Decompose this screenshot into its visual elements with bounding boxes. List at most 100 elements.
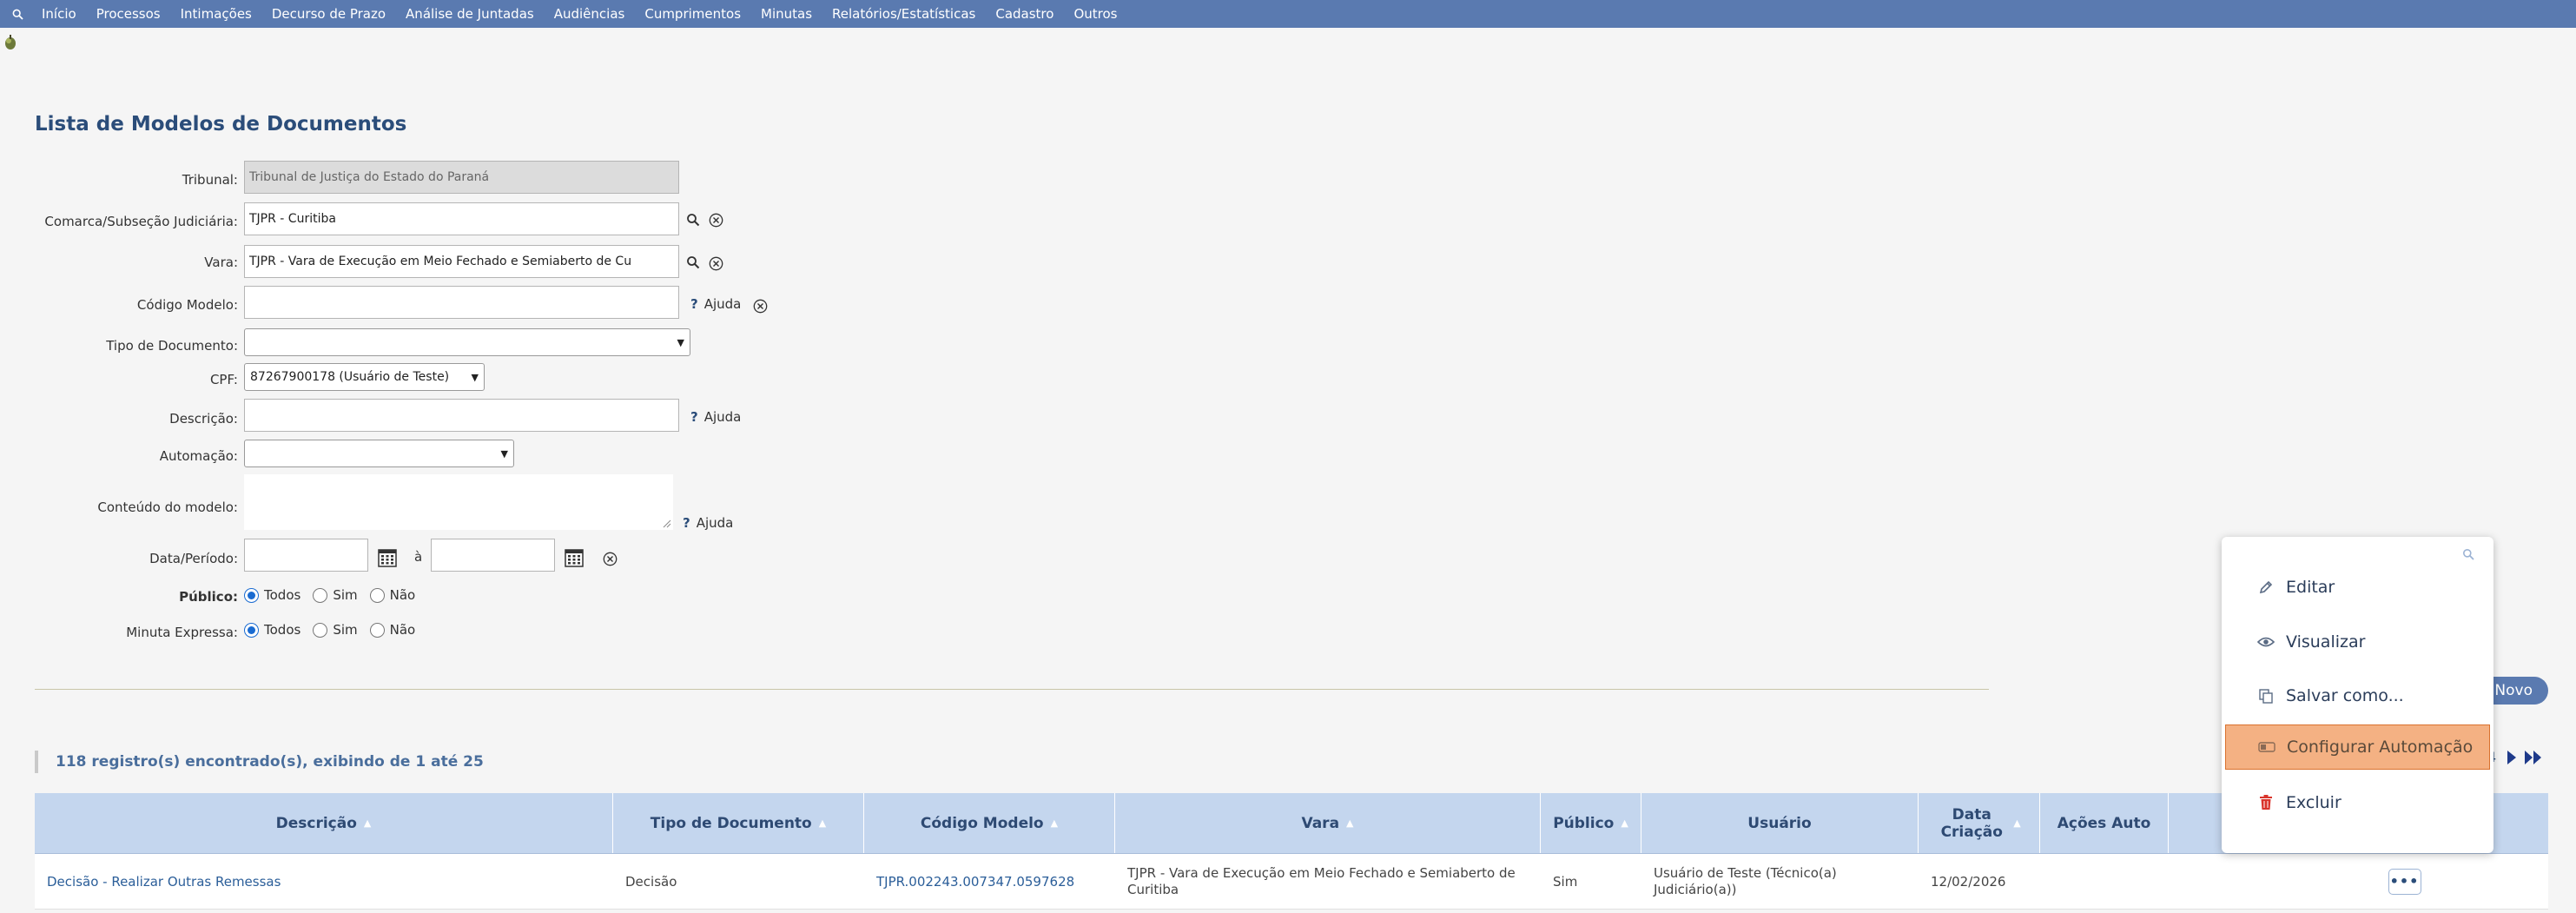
- conteudo-help-label: Ajuda: [696, 515, 734, 531]
- vara-label: Vara:: [204, 255, 238, 270]
- descricao-field[interactable]: [244, 399, 679, 432]
- search-icon[interactable]: [7, 3, 28, 24]
- data-from-field[interactable]: [244, 539, 368, 572]
- nav-intimacoes[interactable]: Intimações: [181, 6, 252, 22]
- nav-analise-juntadas[interactable]: Análise de Juntadas: [406, 6, 534, 22]
- col-vara[interactable]: Vara ▲: [1115, 793, 1541, 853]
- pagination: 4: [2487, 749, 2543, 765]
- descricao-help-link[interactable]: ? Ajuda: [690, 409, 741, 425]
- menu-item-visualizar[interactable]: Visualizar: [2225, 619, 2490, 665]
- sort-asc-icon: ▲: [1621, 817, 1628, 829]
- col-publico[interactable]: Público ▲: [1541, 793, 1641, 853]
- codigo-help-link[interactable]: ? Ajuda: [690, 296, 741, 312]
- codigo-field[interactable]: [244, 286, 679, 319]
- radio-unselected: [369, 622, 385, 638]
- nav-decurso-prazo[interactable]: Decurso de Prazo: [272, 6, 386, 22]
- table-body: Decisão - Realizar Outras Remessas Decis…: [35, 854, 2548, 910]
- minuta-label: Minuta Expressa:: [126, 625, 238, 640]
- vara-field[interactable]: [244, 245, 679, 278]
- nav-audiencias[interactable]: Audiências: [554, 6, 625, 22]
- data-clear-icon[interactable]: [602, 551, 618, 566]
- search-icon[interactable]: [2462, 547, 2474, 564]
- data-separator: à: [414, 549, 423, 565]
- more-actions-button[interactable]: •••: [2388, 868, 2421, 895]
- col-data[interactable]: Data Criação ▲: [1919, 793, 2040, 853]
- col-usuario[interactable]: Usuário: [1641, 793, 1919, 853]
- menu-item-editar[interactable]: Editar: [2225, 565, 2490, 610]
- codigo-label: Código Modelo:: [136, 297, 238, 313]
- nav-minutas[interactable]: Minutas: [761, 6, 812, 22]
- nav-cadastro[interactable]: Cadastro: [995, 6, 1054, 22]
- cell-codigo[interactable]: TJPR.002243.007347.0597628: [864, 854, 1115, 909]
- automacao-label: Automação:: [159, 448, 238, 464]
- comarca-field[interactable]: [244, 202, 679, 235]
- chevron-down-icon: ▼: [500, 447, 508, 460]
- eye-icon: [2256, 632, 2275, 652]
- vara-clear-icon[interactable]: [708, 255, 723, 271]
- col-acoes-auto: Ações Auto: [2040, 793, 2169, 853]
- cpf-select-value: 87267900178 (Usuário de Teste): [250, 370, 450, 384]
- models-table: Descrição ▲ Tipo de Documento ▲ Código Mod…: [35, 793, 2548, 910]
- publico-option-nao[interactable]: Não: [369, 587, 415, 603]
- minuta-option-sim[interactable]: Sim: [313, 622, 358, 638]
- nav-processos[interactable]: Processos: [96, 6, 161, 22]
- comarca-label: Comarca/Subseção Judiciária:: [44, 214, 238, 229]
- sort-asc-icon: ▲: [2013, 817, 2021, 829]
- last-page-icon[interactable]: [2524, 750, 2543, 765]
- cpf-select[interactable]: 87267900178 (Usuário de Teste) ▼: [244, 363, 485, 391]
- menu-item-configurar-automacao[interactable]: Configurar Automação: [2225, 724, 2490, 770]
- data-to-field[interactable]: [431, 539, 555, 572]
- nav-outros[interactable]: Outros: [1073, 6, 1117, 22]
- sort-asc-icon: ▲: [1346, 817, 1354, 829]
- tribunal-label: Tribunal:: [182, 172, 238, 188]
- cell-tipo: Decisão: [625, 873, 677, 890]
- sort-asc-icon: ▲: [363, 817, 372, 829]
- calendar-icon[interactable]: [565, 548, 584, 567]
- menu-item-salvar-como[interactable]: Salvar como...: [2225, 673, 2490, 718]
- nav-cumprimentos[interactable]: Cumprimentos: [644, 6, 741, 22]
- comarca-search-icon[interactable]: [685, 212, 701, 228]
- conteudo-textarea[interactable]: [244, 474, 673, 530]
- minuta-radio-group: Todos Sim Não: [244, 622, 427, 638]
- radio-unselected: [369, 587, 385, 603]
- page-title: Lista de Modelos de Documentos: [35, 113, 407, 136]
- nav-inicio[interactable]: Início: [42, 6, 76, 22]
- publico-label: Público:: [179, 589, 238, 605]
- help-icon: ?: [690, 296, 698, 312]
- vara-search-icon[interactable]: [685, 255, 701, 270]
- col-codigo[interactable]: Código Modelo ▲: [864, 793, 1115, 853]
- help-icon: ?: [683, 515, 690, 531]
- automacao-select[interactable]: ▼: [244, 440, 514, 467]
- ornament-icon: [5, 35, 16, 50]
- menu-item-excluir[interactable]: Excluir: [2225, 780, 2490, 825]
- form-divider: [35, 689, 1989, 690]
- tipo-select[interactable]: ▼: [244, 328, 690, 356]
- row-actions-menu: Editar Visualizar Salvar como... Configu…: [2222, 537, 2493, 853]
- calendar-icon[interactable]: [378, 548, 397, 567]
- comarca-clear-icon[interactable]: [708, 212, 723, 228]
- conteudo-help-link[interactable]: ? Ajuda: [683, 515, 733, 531]
- copy-icon: [2256, 686, 2275, 705]
- radio-unselected: [313, 587, 328, 603]
- resize-grip-icon[interactable]: [663, 519, 671, 528]
- minuta-option-todos[interactable]: Todos: [244, 622, 301, 638]
- conteudo-label: Conteúdo do modelo:: [97, 500, 238, 515]
- records-summary: 118 registro(s) encontrado(s), exibindo …: [35, 751, 484, 773]
- sort-asc-icon: ▲: [1050, 817, 1059, 829]
- radio-selected: [244, 622, 259, 638]
- minuta-option-nao[interactable]: Não: [369, 622, 415, 638]
- cell-descricao[interactable]: Decisão - Realizar Outras Remessas: [35, 854, 613, 909]
- cell-usuario: Usuário de Teste (Técnico(a) Judiciário(…: [1654, 864, 1837, 897]
- nav-relatorios[interactable]: Relatórios/Estatísticas: [832, 6, 975, 22]
- tribunal-field: [244, 161, 679, 194]
- radio-unselected: [313, 622, 328, 638]
- col-descricao[interactable]: Descrição ▲: [35, 793, 613, 853]
- codigo-clear-icon[interactable]: [752, 298, 768, 314]
- next-page-icon[interactable]: [2507, 750, 2517, 765]
- toggle-icon: [2257, 738, 2276, 757]
- descricao-label: Descrição:: [169, 411, 238, 427]
- publico-option-todos[interactable]: Todos: [244, 587, 301, 603]
- codigo-help-label: Ajuda: [703, 296, 742, 312]
- publico-option-sim[interactable]: Sim: [313, 587, 358, 603]
- col-tipo[interactable]: Tipo de Documento ▲: [613, 793, 864, 853]
